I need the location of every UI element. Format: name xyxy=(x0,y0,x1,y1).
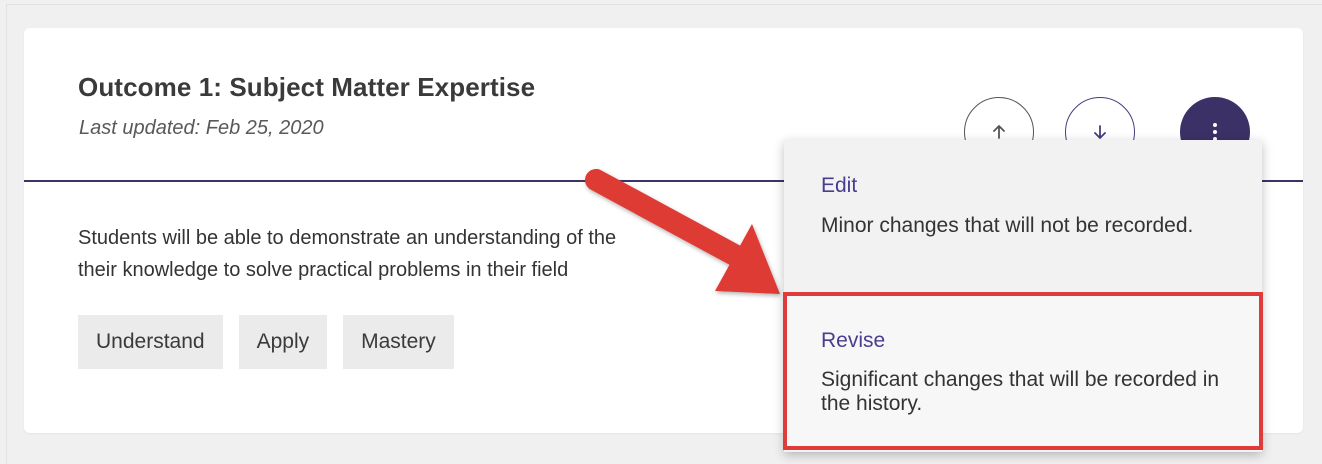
arrow-up-icon xyxy=(993,125,1005,139)
edit-label: Edit xyxy=(821,174,858,197)
revise-label: Revise xyxy=(821,329,886,352)
options-dropdown-menu: Edit Minor changes that will not be reco… xyxy=(784,140,1262,452)
menu-item-revise[interactable]: Revise Significant changes that will be … xyxy=(784,293,1262,451)
outcome-description: Students will be able to demonstrate an … xyxy=(78,222,798,286)
tag-mastery: Mastery xyxy=(343,315,454,369)
edit-description: Minor changes that will not be recorded. xyxy=(821,214,1194,237)
tag-apply: Apply xyxy=(238,315,328,369)
tag-understand: Understand xyxy=(78,315,223,369)
menu-item-edit[interactable]: Edit Minor changes that will not be reco… xyxy=(784,140,1262,290)
last-updated: Last updated: Feb 25, 2020 xyxy=(79,117,324,139)
description-line-1: Students will be able to demonstrate an … xyxy=(78,227,617,249)
outcome-title: Outcome 1: Subject Matter Expertise xyxy=(78,72,536,102)
revise-description: Significant changes that will be recorde… xyxy=(821,368,1220,415)
description-line-2: their knowledge to solve practical probl… xyxy=(78,259,569,281)
tag-list: Understand Apply Mastery xyxy=(78,315,454,369)
arrow-down-icon xyxy=(1094,125,1106,139)
